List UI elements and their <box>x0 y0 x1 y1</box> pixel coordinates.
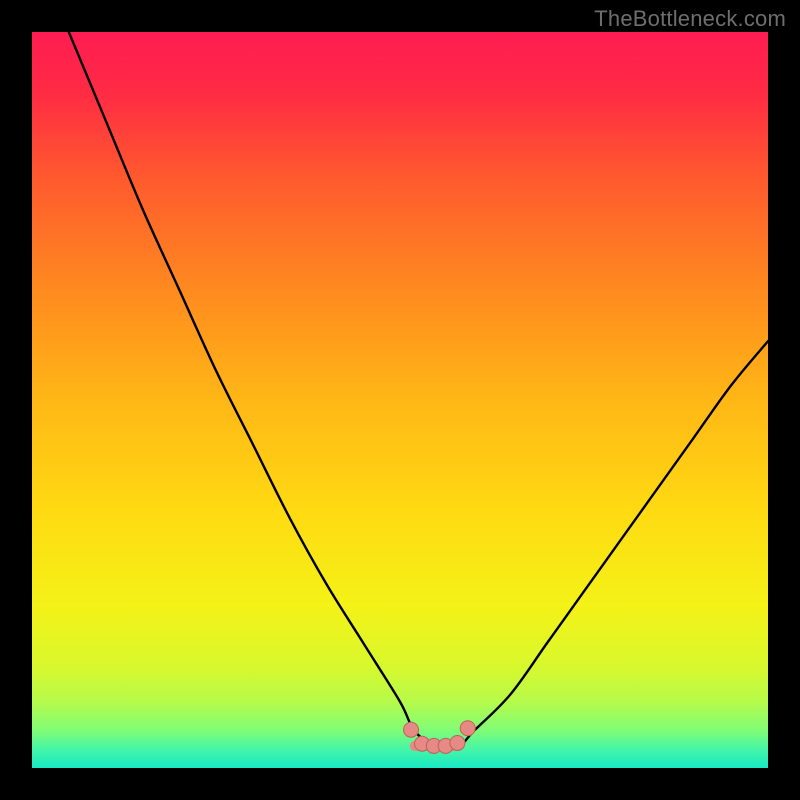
chart-frame: TheBottleneck.com <box>0 0 800 800</box>
curve-marker-dot <box>460 721 475 736</box>
curve-markers <box>32 32 768 768</box>
plot-area <box>32 32 768 768</box>
curve-marker-dot <box>450 735 465 750</box>
watermark-text: TheBottleneck.com <box>594 6 786 32</box>
curve-marker-dot <box>404 722 419 737</box>
